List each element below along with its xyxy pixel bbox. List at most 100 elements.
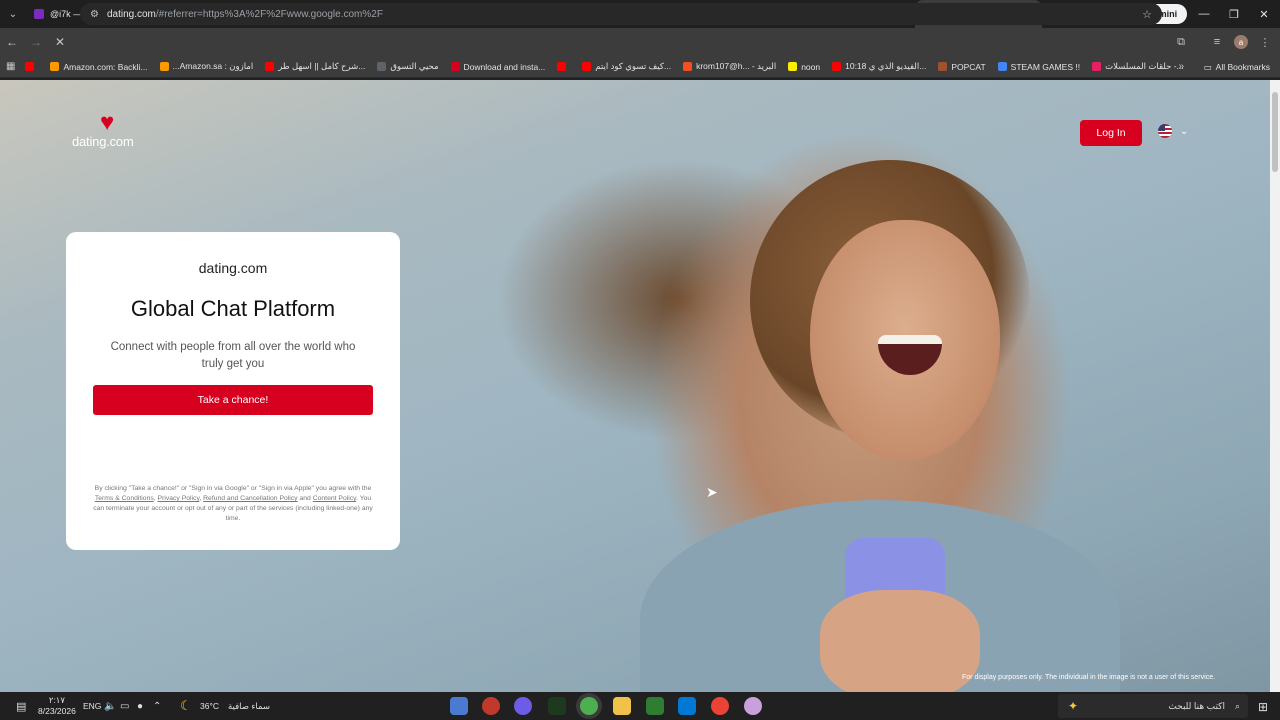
bookmark-favicon (938, 62, 948, 71)
bookmark-item[interactable]: 10:18 الفيديو الذي ي... (832, 61, 926, 72)
microphone-icon[interactable]: ● (137, 701, 143, 712)
bookmark-item[interactable]: ...Amazon.sa : امازون (159, 61, 254, 72)
legal-prefix: By clicking "Take a chance!" or "Sign in… (94, 485, 372, 492)
weather-temp[interactable]: 36°C (200, 701, 219, 711)
stop-loading-button[interactable]: ✕ (48, 28, 72, 56)
bookmarks-bar: ▦ Amazon.com: Backli... ...Amazon.sa : ام… (0, 56, 1280, 78)
back-button[interactable]: ← (0, 28, 24, 56)
bookmark-label: STEAM GAMES !! (1010, 61, 1081, 72)
search-icon: ⌕ (1234, 700, 1240, 711)
clock-date: 8/23/2026 (38, 706, 76, 716)
take-a-chance-button[interactable]: Take a chance! (93, 385, 373, 415)
bookmark-favicon (377, 62, 387, 71)
content-policy-link[interactable]: Content Policy (313, 495, 356, 502)
close-window-button[interactable]: ✕ (1248, 0, 1280, 28)
chrome-taskbar-icon[interactable] (580, 697, 598, 715)
bookmark-item[interactable]: POPCAT (938, 61, 986, 72)
legal-notice: By clicking "Take a chance!" or "Sign in… (93, 485, 373, 522)
bookmark-favicon (450, 62, 460, 71)
bookmark-favicon (832, 62, 842, 71)
refund-link[interactable]: Refund and Cancellation Policy (203, 495, 297, 502)
legal-and: and (299, 495, 311, 502)
bookmark-item[interactable]: Download and insta... (450, 61, 546, 72)
address-bar[interactable]: ⚙ dating.com/#referrer=https%3A%2F%2Fwww… (80, 3, 1162, 25)
speaker-icon[interactable]: 🔈 (104, 701, 116, 712)
bookmarks-overflow-icon[interactable]: » (1178, 61, 1184, 72)
bookmark-favicon (159, 62, 169, 71)
terms-link[interactable]: Terms & Conditions (95, 495, 154, 502)
taskbar-app-icon[interactable] (514, 697, 532, 715)
folder-icon: ▭ (1203, 61, 1212, 72)
bookmark-label: شرح كامل || اسهل طر... (278, 61, 366, 71)
input-language[interactable]: ENG (83, 701, 101, 711)
taskbar-app-icon[interactable] (744, 697, 762, 715)
site-info-icon[interactable]: ⚙ (90, 9, 99, 20)
bookmark-star-icon[interactable]: ☆ (1142, 8, 1152, 21)
card-subtitle: Connect with people from all over the wo… (110, 341, 356, 370)
hero-hands (820, 590, 980, 692)
bookmark-favicon (265, 62, 275, 71)
taskbar-app-icon[interactable] (548, 697, 566, 715)
copilot-icon[interactable] (678, 697, 696, 715)
bookmark-item[interactable]: krom107@h... - البريد (683, 61, 776, 72)
tab-favicon (34, 9, 44, 19)
us-flag-icon (1158, 124, 1172, 138)
restore-button[interactable]: ❐ (1218, 0, 1250, 28)
language-selector[interactable]: ⌄ (1158, 124, 1188, 138)
bookmark-item[interactable]: Amazon.com: Backli... (50, 61, 148, 72)
login-button[interactable]: Log In (1080, 120, 1142, 146)
bookmark-label: krom107@h... - البريد (696, 61, 777, 71)
taskbar-search-box[interactable]: ✦ اكتب هنا للبحث ⌕ (1058, 694, 1248, 718)
start-button[interactable]: ⊞ (1258, 700, 1268, 714)
browser-menu-icon[interactable]: ⋮ (1254, 28, 1276, 56)
media-controls-icon[interactable]: ≡ (1206, 28, 1228, 56)
notification-icon[interactable]: ▤ (16, 700, 26, 713)
bookmark-favicon (683, 62, 693, 71)
bookmark-label: Download and insta... (463, 61, 546, 72)
bookmark-item[interactable]: noon (788, 61, 820, 72)
clock-time: ۲:۱۷ (48, 695, 65, 705)
bookmark-item[interactable]: STEAM GAMES !! (997, 61, 1081, 72)
taskbar-app-icon[interactable] (450, 697, 468, 715)
bookmark-favicon (50, 62, 60, 71)
tray-overflow-icon[interactable]: ⌃ (153, 701, 161, 712)
taskbar-app-icon[interactable] (646, 697, 664, 715)
bookmark-favicon (582, 62, 592, 71)
url-path: /#referrer=https%3A%2F%2Fwww.google.com%… (155, 8, 383, 20)
chevron-down-icon: ⌄ (1180, 125, 1189, 137)
image-disclaimer: For display purposes only. The individua… (962, 674, 1216, 681)
hero-photo (610, 120, 1130, 692)
card-logo: dating.com (198, 260, 268, 276)
minimize-button[interactable]: — (1188, 0, 1220, 28)
mouse-cursor-icon: ➤ (706, 484, 718, 500)
file-explorer-icon[interactable] (613, 697, 631, 715)
bookmark-list: Amazon.com: Backli... ...Amazon.sa : اماز… (25, 61, 1184, 72)
bookmark-item[interactable]: حلقات المسلسلات -... (1092, 61, 1184, 72)
bookmark-label: noon (801, 61, 821, 72)
screen: ⌄ @i7k — كريتيز✕المحفظة | كريتيز✕Chat Bo… (0, 0, 1280, 720)
all-bookmarks-label: All Bookmarks (1215, 62, 1270, 72)
clock[interactable]: ۲:۱۷ 8/23/2026 (38, 695, 76, 716)
site-logo[interactable]: ♥ dating.com (72, 110, 152, 154)
signup-card: dating.com Global Chat Platform Connect … (66, 232, 400, 550)
bookmark-item[interactable] (557, 61, 570, 72)
taskbar-app-icon[interactable] (482, 697, 500, 715)
extensions-icon[interactable]: ⧉ (1170, 28, 1192, 56)
tab-search-icon[interactable]: ⌄ (0, 0, 26, 28)
apps-icon[interactable]: ▦ (6, 61, 15, 72)
privacy-link[interactable]: Privacy Policy (158, 495, 200, 502)
bookmark-item[interactable]: محيي التسوق (377, 61, 439, 72)
bookmark-label: كيف تسوي كود ايتم... (595, 61, 672, 71)
chrome-taskbar-icon[interactable] (711, 697, 729, 715)
profile-avatar[interactable]: a (1230, 28, 1252, 56)
bookmark-label: ...Amazon.sa : امازون (172, 61, 254, 71)
network-icon[interactable]: ▭ (120, 701, 129, 712)
bookmark-item[interactable]: شرح كامل || اسهل طر... (265, 61, 365, 72)
scrollbar-thumb[interactable] (1272, 92, 1278, 172)
bookmark-item[interactable]: كيف تسوي كود ايتم... (582, 61, 671, 72)
bookmark-item[interactable] (25, 61, 38, 72)
all-bookmarks-button[interactable]: ▭ All Bookmarks (1204, 56, 1270, 78)
bookmark-favicon (788, 62, 798, 71)
forward-button[interactable]: → (24, 28, 48, 56)
weather-desc[interactable]: سماء صافية (228, 701, 270, 712)
